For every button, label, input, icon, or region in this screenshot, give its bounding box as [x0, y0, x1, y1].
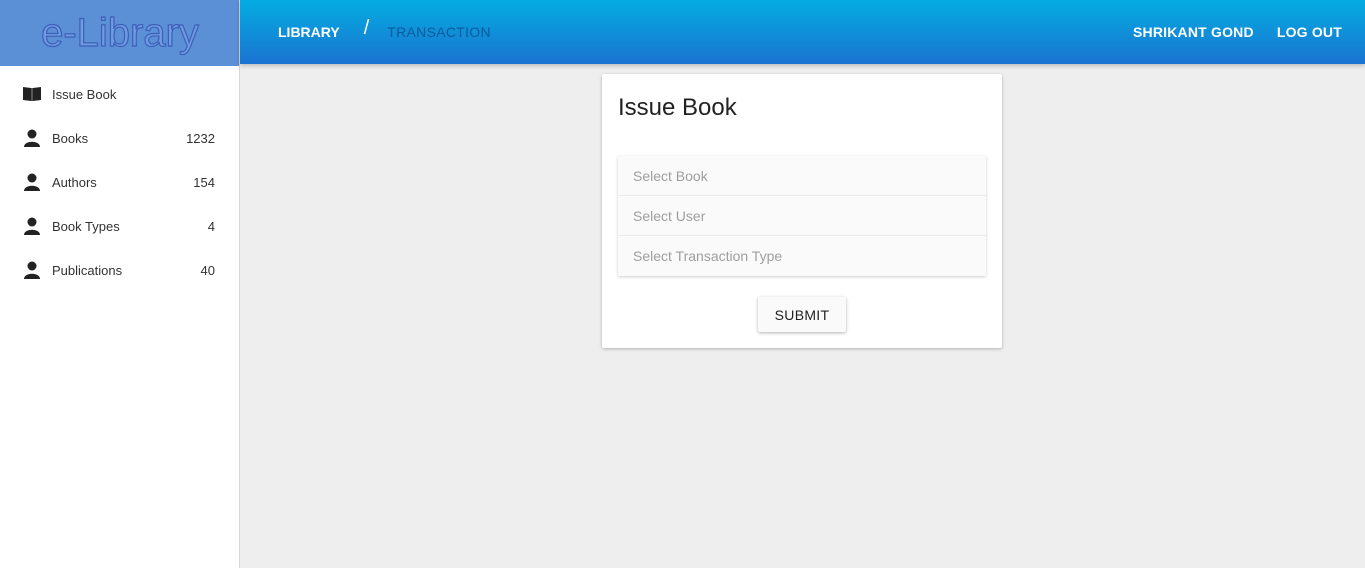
sidebar-nav: Issue Book Books 1232 Authors 154 Book T…: [0, 66, 239, 292]
person-icon: [22, 172, 42, 192]
sidebar: e-Library Issue Book Books 1232 Authors …: [0, 0, 240, 568]
issue-book-card: Issue Book Select Book Select User Selec…: [602, 74, 1002, 348]
sidebar-item-label: Publications: [52, 262, 123, 278]
sidebar-item-label: Issue Book: [52, 86, 117, 102]
sidebar-item-publications[interactable]: Publications 40: [0, 248, 239, 292]
person-icon: [22, 260, 42, 280]
select-group: Select Book Select User Select Transacti…: [618, 156, 986, 276]
breadcrumb: LIBRARY / TRANSACTION: [278, 17, 491, 44]
breadcrumb-transaction: TRANSACTION: [387, 24, 491, 40]
book-open-icon: [22, 84, 42, 104]
sidebar-item-label: Books: [52, 130, 89, 146]
top-app-bar: LIBRARY / TRANSACTION SHRIKANT GOND LOG …: [240, 0, 1365, 64]
header-actions: SHRIKANT GOND LOG OUT: [1133, 24, 1365, 40]
logo-text: e-Library: [41, 11, 199, 55]
select-transaction-type-dropdown[interactable]: Select Transaction Type: [618, 236, 986, 276]
sidebar-item-count: 4: [207, 218, 215, 234]
sidebar-item-books[interactable]: Books 1232: [0, 116, 239, 160]
sidebar-item-label: Authors: [52, 174, 97, 190]
breadcrumb-library[interactable]: LIBRARY: [278, 24, 340, 40]
select-book-dropdown[interactable]: Select Book: [618, 156, 986, 196]
page-title: Issue Book: [618, 94, 737, 121]
breadcrumb-separator: /: [363, 16, 370, 39]
person-icon: [22, 128, 42, 148]
person-icon: [22, 216, 42, 236]
sidebar-item-count: 154: [193, 174, 215, 190]
sidebar-item-label: Book Types: [52, 218, 120, 234]
sidebar-item-book-types[interactable]: Book Types 4: [0, 204, 239, 248]
logout-button[interactable]: LOG OUT: [1277, 24, 1342, 40]
submit-button[interactable]: SUBMIT: [758, 297, 846, 332]
sidebar-item-count: 1232: [186, 130, 215, 146]
sidebar-item-authors[interactable]: Authors 154: [0, 160, 239, 204]
select-user-dropdown[interactable]: Select User: [618, 196, 986, 236]
logo-wordmark: e-Library: [40, 10, 199, 55]
sidebar-item-count: 40: [200, 262, 215, 278]
app-logo[interactable]: e-Library: [0, 0, 239, 66]
user-name-button[interactable]: SHRIKANT GOND: [1133, 24, 1254, 40]
sidebar-item-issue-book[interactable]: Issue Book: [0, 72, 239, 116]
